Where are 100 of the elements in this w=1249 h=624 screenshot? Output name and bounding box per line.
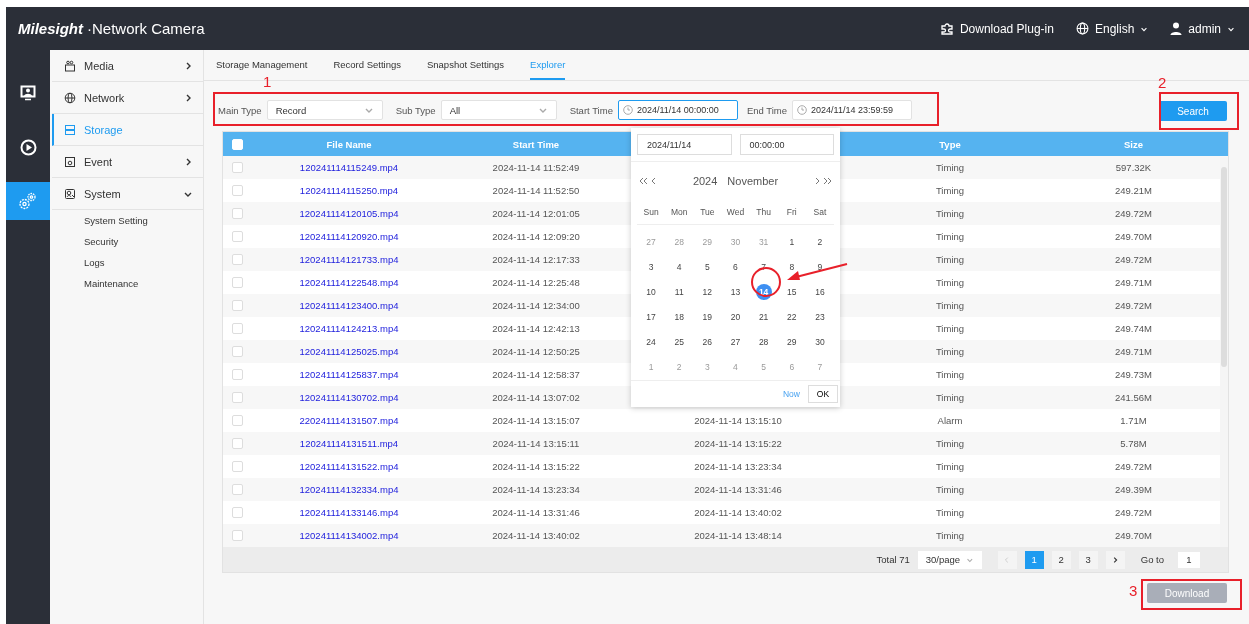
dropdown[interactable]: All (440, 100, 557, 120)
row-checkbox[interactable] (232, 507, 243, 518)
tab[interactable]: Record Settings (333, 50, 401, 80)
sidebar-item[interactable]: Media (52, 50, 203, 82)
file-link[interactable]: 120241114133146.mp4 (249, 507, 449, 518)
row-checkbox[interactable] (232, 300, 243, 311)
file-link[interactable]: 120241114125837.mp4 (249, 369, 449, 380)
row-checkbox[interactable] (232, 392, 243, 403)
row-checkbox[interactable] (232, 208, 243, 219)
page-button[interactable]: 2 (1051, 550, 1071, 569)
prev-page-button[interactable] (997, 550, 1017, 569)
calendar-day[interactable]: 4 (671, 258, 688, 275)
time-field[interactable]: 2024/11/14 23:59:59 (792, 100, 913, 120)
row-checkbox[interactable] (232, 484, 243, 495)
calendar-day[interactable]: 12 (699, 283, 716, 300)
file-link[interactable]: 220241114131507.mp4 (249, 415, 449, 426)
calendar-day[interactable]: 3 (643, 258, 660, 275)
time-field[interactable]: 2024/11/14 00:00:00 (617, 100, 738, 120)
chevron-right-icon[interactable] (814, 177, 820, 185)
calendar-day[interactable]: 10 (643, 283, 660, 300)
calendar-day[interactable]: 21 (755, 308, 772, 325)
file-link[interactable]: 120241114122548.mp4 (249, 277, 449, 288)
table-cell-text: 2024-11-14 13:40:02 (491, 530, 581, 541)
calendar-day[interactable]: 1 (783, 233, 800, 250)
submenu-item[interactable]: Maintenance (52, 273, 203, 294)
next-page-button[interactable] (1105, 550, 1125, 569)
calendar-day[interactable]: 16 (811, 283, 828, 300)
row-checkbox[interactable] (232, 461, 243, 472)
row-checkbox[interactable] (232, 185, 243, 196)
file-link[interactable]: 120241114115250.mp4 (249, 185, 449, 196)
play-icon[interactable] (19, 138, 37, 156)
file-link[interactable]: 120241114121733.mp4 (249, 254, 449, 265)
row-checkbox[interactable] (232, 254, 243, 265)
calendar-day[interactable]: 28 (755, 333, 772, 350)
file-link[interactable]: 120241114124213.mp4 (249, 323, 449, 334)
calendar-day[interactable]: 2 (811, 233, 828, 250)
file-link[interactable]: 120241114132334.mp4 (249, 484, 449, 495)
calendar-day[interactable]: 15 (783, 283, 800, 300)
calendar-day[interactable]: 20 (727, 308, 744, 325)
calendar-day[interactable]: 25 (671, 333, 688, 350)
date-field[interactable]: 2024/11/14 (637, 134, 732, 155)
select-all-checkbox[interactable] (232, 138, 243, 150)
calendar-day[interactable]: 26 (699, 333, 716, 350)
file-link[interactable]: 120241114130702.mp4 (249, 392, 449, 403)
row-checkbox[interactable] (232, 369, 243, 380)
row-checkbox[interactable] (232, 277, 243, 288)
language-menu[interactable]: English (1094, 21, 1135, 36)
file-link[interactable]: 120241114131522.mp4 (249, 461, 449, 472)
goto-field[interactable]: 1 (1178, 551, 1200, 568)
calendar-day[interactable]: 29 (783, 333, 800, 350)
calendar-day[interactable]: 23 (811, 308, 828, 325)
submenu-item[interactable]: System Setting (52, 210, 203, 231)
double-chevron-left-icon[interactable] (639, 177, 649, 185)
calendar-day[interactable]: 17 (643, 308, 660, 325)
submenu-item[interactable]: Security (52, 231, 203, 252)
row-checkbox[interactable] (232, 323, 243, 334)
file-link[interactable]: 120241114125025.mp4 (249, 346, 449, 357)
table-cell-text: 249.72M (1114, 300, 1153, 311)
calendar-day[interactable]: 8 (783, 258, 800, 275)
page-size-dropdown[interactable]: 30/page (917, 550, 982, 569)
plugin-link[interactable]: Download Plug-in (959, 21, 1054, 36)
file-link[interactable]: 120241114120920.mp4 (249, 231, 449, 242)
table-cell-text: 2024-11-14 12:25:48 (491, 277, 581, 288)
tab[interactable]: Snapshot Settings (426, 50, 505, 80)
file-link[interactable]: 120241114115249.mp4 (249, 162, 449, 173)
page-button[interactable]: 3 (1078, 550, 1098, 569)
monitor-icon[interactable] (20, 85, 36, 101)
calendar-day[interactable]: 11 (671, 283, 688, 300)
calendar-day[interactable]: 27 (727, 333, 744, 350)
calendar-day[interactable]: 13 (727, 283, 744, 300)
month-label[interactable]: November (727, 175, 779, 187)
file-link[interactable]: 120241114123400.mp4 (249, 300, 449, 311)
double-chevron-right-icon[interactable] (822, 177, 832, 185)
file-link[interactable]: 120241114120105.mp4 (249, 208, 449, 219)
row-checkbox[interactable] (232, 162, 243, 173)
sidebar-item[interactable]: Event (52, 146, 203, 178)
calendar-day[interactable]: 6 (727, 258, 744, 275)
time-field[interactable]: 00:00:00 (739, 134, 834, 155)
calendar-day[interactable]: 5 (699, 258, 716, 275)
chevron-left-icon[interactable] (651, 177, 657, 185)
calendar-day[interactable]: 22 (783, 308, 800, 325)
sidebar-item[interactable]: Network (52, 82, 203, 114)
submenu-item[interactable]: Logs (52, 252, 203, 273)
calendar-day[interactable]: 19 (699, 308, 716, 325)
gears-icon[interactable] (18, 191, 38, 211)
row-checkbox[interactable] (232, 530, 243, 541)
user-menu[interactable]: admin (1188, 21, 1221, 36)
row-checkbox[interactable] (232, 438, 243, 449)
calendar-day[interactable]: 24 (643, 333, 660, 350)
row-checkbox[interactable] (232, 346, 243, 357)
file-link[interactable]: 120241114131511.mp4 (249, 438, 449, 449)
sidebar-item[interactable]: System (52, 178, 203, 210)
year-label[interactable]: 2024 (692, 175, 718, 187)
file-link[interactable]: 120241114134002.mp4 (249, 530, 449, 541)
row-checkbox[interactable] (232, 415, 243, 426)
row-checkbox[interactable] (232, 231, 243, 242)
dropdown[interactable]: Record (266, 100, 383, 120)
calendar-day[interactable]: 18 (671, 308, 688, 325)
calendar-day[interactable]: 30 (811, 333, 828, 350)
ok-button[interactable]: OK (808, 385, 838, 403)
